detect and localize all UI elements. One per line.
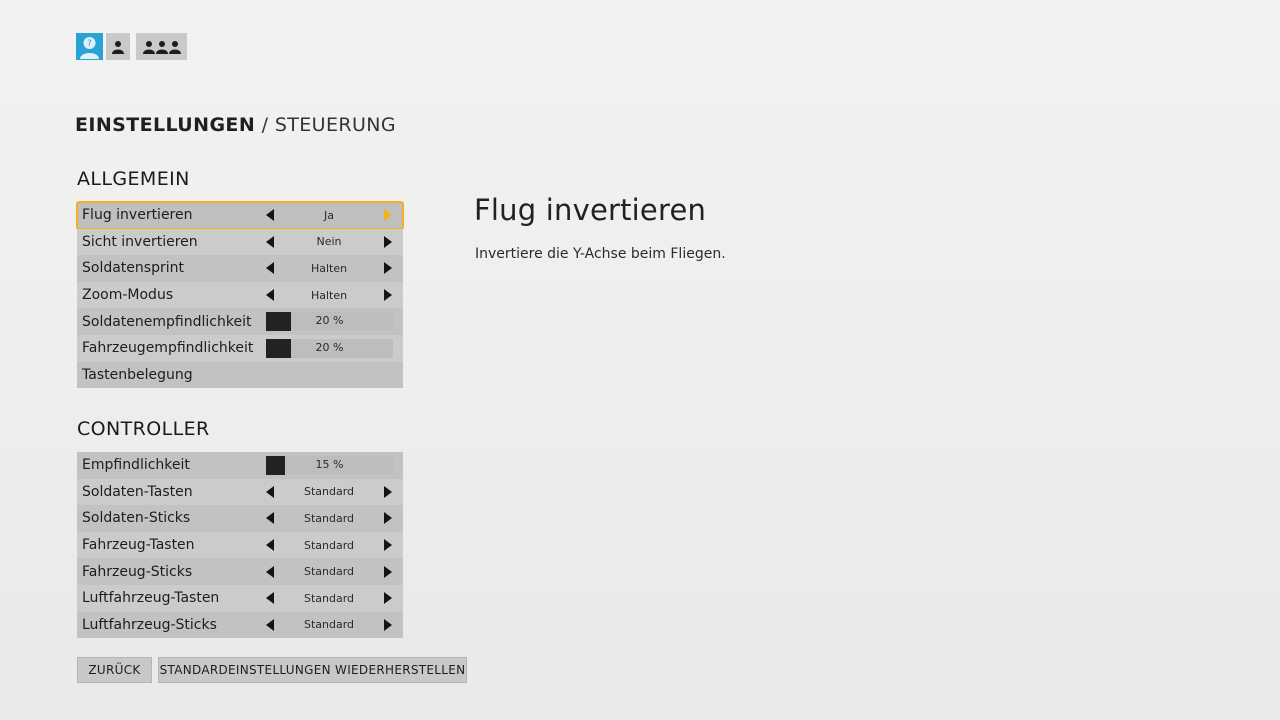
setting-empfindlichkeit[interactable]: Empfindlichkeit 15 % (77, 452, 403, 479)
setting-luftfahrzeug-sticks[interactable]: Luftfahrzeug-Sticks Standard (77, 611, 403, 639)
arrow-left-icon[interactable] (266, 235, 274, 248)
controller-panel: Empfindlichkeit 15 % Soldaten-Tasten Sta… (77, 452, 403, 639)
sensitivity-slider[interactable]: 15 % (266, 456, 393, 475)
setting-value: Halten (310, 288, 348, 302)
setting-label: Fahrzeugempfindlichkeit (82, 340, 254, 357)
slider-value: 15 % (315, 458, 344, 471)
setting-fahrzeug-tasten[interactable]: Fahrzeug-Tasten Standard (77, 531, 403, 559)
section-title-controller: CONTROLLER (77, 418, 210, 440)
solo-button[interactable] (106, 33, 130, 60)
setting-value: Standard (303, 565, 355, 579)
sensitivity-slider[interactable]: 20 % (266, 312, 393, 332)
sensitivity-slider[interactable]: 20 % (266, 338, 393, 358)
setting-label: Soldaten-Sticks (82, 510, 191, 527)
setting-value: Ja (324, 208, 334, 222)
detail-title: Flug invertieren (474, 193, 707, 227)
setting-soldatensprint[interactable]: Soldatensprint Halten (77, 255, 403, 282)
back-button[interactable]: ZURÜCK (77, 657, 152, 683)
setting-label: Zoom-Modus (82, 287, 174, 304)
setting-value: Nein (316, 235, 342, 249)
setting-flug-invertieren[interactable]: Flug invertieren Ja (76, 201, 404, 230)
arrow-left-icon[interactable] (266, 289, 274, 302)
setting-label: Fahrzeug-Tasten (82, 537, 195, 554)
section-title-allgemein: ALLGEMEIN (77, 168, 190, 190)
arrow-left-icon[interactable] (266, 618, 274, 631)
svg-text:?: ? (87, 39, 92, 49)
arrow-right-icon[interactable] (384, 289, 392, 302)
setting-value: Halten (310, 261, 348, 275)
arrow-left-icon[interactable] (266, 512, 274, 525)
question-person-icon: ? (80, 37, 99, 59)
arrow-right-icon[interactable] (384, 618, 392, 631)
setting-soldatenempfindlichkeit[interactable]: Soldatenempfindlichkeit 20 % (77, 308, 403, 335)
arrow-left-icon[interactable] (266, 592, 274, 605)
arrow-right-icon[interactable] (384, 235, 392, 248)
setting-label: Luftfahrzeug-Sticks (82, 616, 217, 633)
setting-label: Soldatenempfindlichkeit (82, 313, 252, 330)
setting-label: Flug invertieren (82, 207, 193, 224)
arrow-right-icon[interactable] (384, 512, 392, 525)
setting-luftfahrzeug-tasten[interactable]: Luftfahrzeug-Tasten Standard (77, 584, 403, 612)
setting-label: Empfindlichkeit (82, 457, 190, 474)
breadcrumb-section: EINSTELLUNGEN (75, 114, 256, 136)
setting-label: Sicht invertieren (82, 233, 198, 250)
setting-tastenbelegung[interactable]: Tastenbelegung (77, 361, 403, 389)
setting-fahrzeugempfindlichkeit[interactable]: Fahrzeugempfindlichkeit 20 % (77, 334, 403, 362)
setting-label: Tastenbelegung (82, 366, 193, 383)
breadcrumb-page: STEUERUNG (274, 114, 397, 136)
arrow-right-icon[interactable] (384, 209, 392, 222)
breadcrumb: EINSTELLUNGEN / STEUERUNG (75, 114, 396, 136)
breadcrumb-separator: / (255, 114, 275, 136)
help-button[interactable]: ? (76, 33, 103, 60)
top-nav: ? (76, 33, 187, 60)
setting-soldaten-tasten[interactable]: Soldaten-Tasten Standard (77, 478, 403, 506)
single-person-icon (112, 40, 124, 54)
group-button[interactable] (136, 33, 187, 60)
arrow-right-icon[interactable] (384, 565, 392, 578)
arrow-left-icon[interactable] (266, 262, 274, 275)
arrow-left-icon[interactable] (266, 485, 274, 498)
setting-zoom-modus[interactable]: Zoom-Modus Halten (77, 281, 403, 309)
detail-description: Invertiere die Y-Achse beim Fliegen. (475, 246, 726, 262)
group-icon (142, 40, 181, 54)
setting-label: Soldaten-Tasten (82, 483, 193, 500)
setting-fahrzeug-sticks[interactable]: Fahrzeug-Sticks Standard (77, 558, 403, 585)
arrow-left-icon[interactable] (266, 539, 274, 552)
setting-label: Luftfahrzeug-Tasten (82, 590, 220, 607)
setting-value: Standard (303, 538, 355, 552)
arrow-right-icon[interactable] (384, 262, 392, 275)
arrow-left-icon[interactable] (266, 565, 274, 578)
allgemein-panel: Flug invertieren Ja Sicht invertieren Ne… (76, 201, 404, 389)
slider-value: 20 % (315, 314, 344, 328)
setting-sicht-invertieren[interactable]: Sicht invertieren Nein (77, 228, 403, 256)
setting-value: Standard (303, 485, 355, 499)
setting-value: Standard (303, 511, 355, 525)
setting-value: Standard (303, 618, 355, 632)
setting-soldaten-sticks[interactable]: Soldaten-Sticks Standard (77, 505, 403, 532)
reset-defaults-button[interactable]: STANDARDEINSTELLUNGEN WIEDERHERSTELLEN (158, 657, 467, 683)
setting-label: Soldatensprint (82, 260, 184, 277)
arrow-right-icon[interactable] (384, 539, 392, 552)
setting-label: Fahrzeug-Sticks (82, 563, 193, 580)
arrow-right-icon[interactable] (384, 592, 392, 605)
arrow-right-icon[interactable] (384, 485, 392, 498)
slider-value: 20 % (315, 340, 344, 354)
arrow-left-icon[interactable] (266, 209, 274, 222)
setting-value: Standard (303, 591, 355, 605)
